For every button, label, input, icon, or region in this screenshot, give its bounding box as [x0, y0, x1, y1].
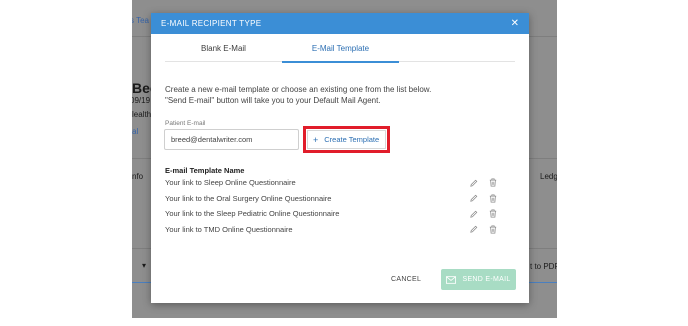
bg-fragment-date: 09/19	[132, 96, 151, 105]
send-email-label: SEND E-MAIL	[462, 276, 511, 283]
template-row[interactable]: Your link to the Oral Surgery Online Que…	[165, 191, 497, 207]
email-recipient-dialog: E-MAIL RECIPIENT TYPE ✕ Blank E-Mail E-M…	[151, 13, 529, 303]
bg-fragment-health: lealth	[132, 110, 152, 119]
bg-dropdown-caret: ▾	[142, 261, 147, 270]
delete-trash-icon[interactable]	[488, 209, 497, 218]
edit-pencil-icon[interactable]	[469, 209, 478, 218]
delete-trash-icon[interactable]	[488, 178, 497, 187]
patient-email-field[interactable]: breed@dentalwriter.com	[164, 129, 299, 150]
cancel-button[interactable]: CANCEL	[391, 276, 421, 283]
tab-bar: Blank E-Mail E-Mail Template	[165, 34, 515, 63]
bg-fragment-pdf: t to PDF	[530, 262, 557, 271]
patient-email-label: Patient E-mail	[165, 120, 206, 127]
delete-trash-icon[interactable]	[488, 225, 497, 234]
create-template-label: Create Template	[324, 135, 380, 144]
template-name: Your link to the Oral Surgery Online Que…	[165, 193, 332, 203]
intro-text: Create a new e-mail template or choose a…	[165, 84, 505, 106]
template-list-header: E-mail Template Name	[165, 166, 245, 175]
template-name: Your link to Sleep Online Questionnaire	[165, 178, 296, 188]
tab-blank-email[interactable]: Blank E-Mail	[165, 34, 282, 62]
template-list: Your link to Sleep Online Questionnaire …	[165, 175, 497, 237]
tab-email-template[interactable]: E-Mail Template	[282, 34, 399, 63]
intro-line-1: Create a new e-mail template or choose a…	[165, 85, 432, 94]
patient-email-value: breed@dentalwriter.com	[171, 135, 253, 144]
dialog-header: E-MAIL RECIPIENT TYPE ✕	[151, 13, 529, 34]
edit-pencil-icon[interactable]	[469, 178, 478, 187]
intro-line-2: "Send E-mail" button will take you to yo…	[165, 96, 381, 105]
dialog-title: E-MAIL RECIPIENT TYPE	[161, 19, 262, 28]
delete-trash-icon[interactable]	[488, 194, 497, 203]
plus-icon: +	[313, 134, 319, 145]
mail-icon	[446, 275, 457, 284]
send-email-button[interactable]: SEND E-MAIL	[441, 269, 516, 290]
bg-fragment-al: al	[132, 127, 139, 136]
template-row[interactable]: Your link to the Sleep Pediatric Online …	[165, 206, 497, 222]
screen: s Tea Bec 09/19 lealth al nfo Ledg ▾ t t…	[0, 0, 688, 326]
edit-pencil-icon[interactable]	[469, 225, 478, 234]
bg-fragment-top: s Tea	[132, 16, 149, 25]
close-icon[interactable]: ✕	[511, 18, 519, 29]
edit-pencil-icon[interactable]	[469, 194, 478, 203]
template-name: Your link to TMD Online Questionnaire	[165, 224, 293, 234]
bg-fragment-ledger: Ledg	[540, 172, 557, 181]
template-row[interactable]: Your link to TMD Online Questionnaire	[165, 222, 497, 238]
template-row[interactable]: Your link to Sleep Online Questionnaire	[165, 175, 497, 191]
create-template-button[interactable]: + Create Template	[307, 130, 386, 149]
bg-fragment-info: nfo	[132, 172, 144, 181]
template-name: Your link to the Sleep Pediatric Online …	[165, 209, 340, 219]
